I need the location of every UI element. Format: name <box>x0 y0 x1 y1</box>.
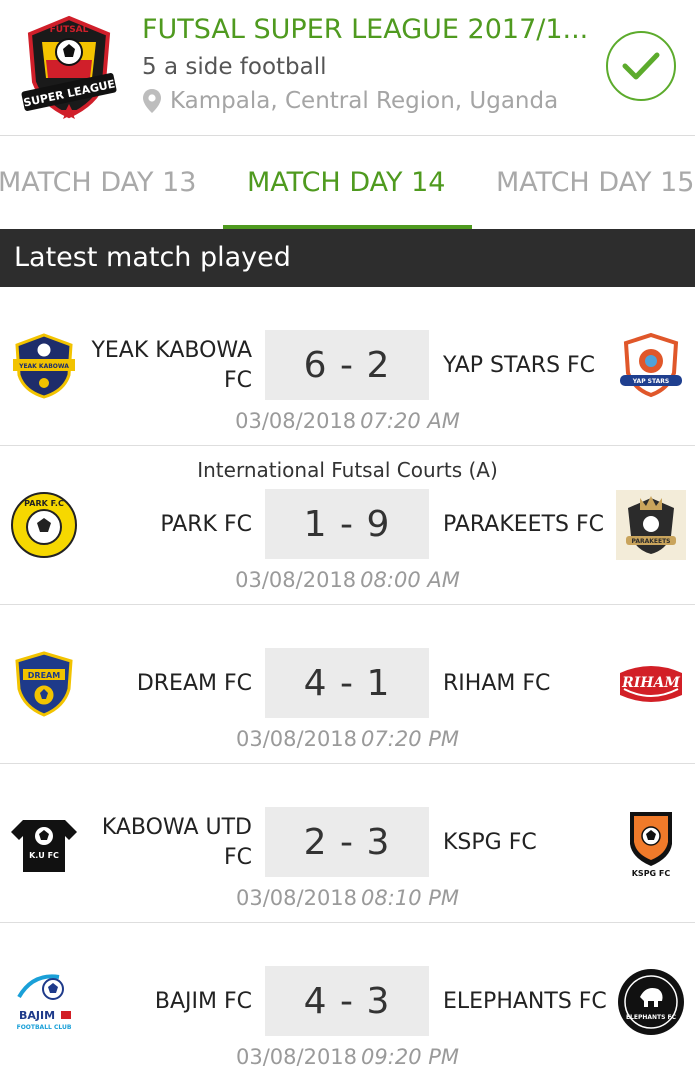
match-datetime: 03/08/2018 07:20 PM <box>0 727 695 751</box>
home-team-name: PARK FC <box>160 512 252 537</box>
location-text: Kampala, Central Region, Uganda <box>170 88 559 114</box>
match-list: YEAK KABOWA YEAK KABOWA FC 6 - 2 YAP STA… <box>0 287 695 1080</box>
tab-match-day-15[interactable]: MATCH DAY 15 <box>496 137 694 229</box>
home-team-name: DREAM FC <box>136 671 252 696</box>
home-team-name: YEAK KABOWA FC <box>91 338 252 393</box>
dream-fc-logo: DREAM <box>9 649 79 719</box>
match-score: 4 - 1 <box>265 648 429 718</box>
away-team-name: ELEPHANTS FC <box>443 989 607 1014</box>
match-date: 03/08/2018 <box>235 727 358 751</box>
svg-text:PARAKEETS: PARAKEETS <box>631 538 670 545</box>
home-team-name: KABOWA UTD FC <box>101 815 252 870</box>
away-team-name: YAP STARS FC <box>443 353 596 378</box>
yeak-kabowa-fc-logo: YEAK KABOWA <box>9 331 79 401</box>
elephants-fc-logo: ELEPHANTS FC <box>616 967 686 1037</box>
svg-text:YEAK KABOWA: YEAK KABOWA <box>18 363 69 370</box>
league-header: SUPER LEAGUE FUTSAL FUTSAL SUPER LEAGUE … <box>0 0 695 136</box>
location-pin-icon <box>143 89 161 113</box>
match-date: 03/08/2018 <box>235 886 358 910</box>
league-title: FUTSAL SUPER LEAGUE 2017/1... <box>142 14 589 45</box>
match-row[interactable]: BAJIM FOOTBALL CLUB BAJIM FC 4 - 3 ELEPH… <box>0 923 695 1080</box>
svg-text:YAP STARS: YAP STARS <box>632 378 669 385</box>
match-score: 4 - 3 <box>265 966 429 1036</box>
svg-text:RIHAM: RIHAM <box>621 675 680 691</box>
match-row[interactable]: International Futsal Courts (A) PARK F.C… <box>0 446 695 605</box>
kspg-fc-logo: KSPG FC <box>616 808 686 878</box>
tab-match-day-13[interactable]: MATCH DAY 13 <box>0 137 196 229</box>
match-time: 09:20 PM <box>361 1045 460 1069</box>
match-score: 2 - 3 <box>265 807 429 877</box>
match-datetime: 03/08/2018 09:20 PM <box>0 1045 695 1069</box>
away-team-name: PARAKEETS FC <box>443 512 604 537</box>
league-logo[interactable]: SUPER LEAGUE FUTSAL <box>16 12 122 120</box>
svg-text:K.U FC: K.U FC <box>29 851 59 860</box>
svg-text:KSPG FC: KSPG FC <box>632 869 671 878</box>
riham-fc-logo: RIHAM <box>616 649 686 719</box>
match-datetime: 03/08/2018 08:10 PM <box>0 886 695 910</box>
league-location: Kampala, Central Region, Uganda <box>142 88 558 114</box>
bajim-fc-logo: BAJIM FOOTBALL CLUB <box>9 967 79 1037</box>
match-score: 1 - 9 <box>265 489 429 559</box>
match-time: 08:00 AM <box>360 568 460 592</box>
match-date: 03/08/2018 <box>235 409 357 433</box>
match-row[interactable]: YEAK KABOWA YEAK KABOWA FC 6 - 2 YAP STA… <box>0 287 695 446</box>
match-date: 03/08/2018 <box>235 1045 358 1069</box>
svg-text:FOOTBALL CLUB: FOOTBALL CLUB <box>17 1024 72 1031</box>
away-team-name: KSPG FC <box>443 830 537 855</box>
svg-text:DREAM: DREAM <box>28 671 60 680</box>
checkmark-icon <box>622 52 660 80</box>
league-sport: 5 a side football <box>142 54 327 80</box>
match-row[interactable]: DREAM DREAM FC 4 - 1 RIHAM FC RIHAM 03/0… <box>0 605 695 764</box>
yap-stars-fc-logo: YAP STARS <box>616 331 686 401</box>
match-datetime: 03/08/2018 08:00 AM <box>0 568 695 592</box>
svg-text:BAJIM: BAJIM <box>19 1009 55 1022</box>
match-venue: International Futsal Courts (A) <box>197 458 498 482</box>
match-time: 07:20 PM <box>361 727 460 751</box>
svg-text:ELEPHANTS FC: ELEPHANTS FC <box>626 1014 677 1021</box>
match-day-tabs: MATCH DAY 13 MATCH DAY 14 MATCH DAY 15 <box>0 137 695 229</box>
away-team-name: RIHAM FC <box>443 671 551 696</box>
match-time: 08:10 PM <box>361 886 460 910</box>
match-time: 07:20 AM <box>360 409 460 433</box>
match-score: 6 - 2 <box>265 330 429 400</box>
kabowa-utd-fc-logo: K.U FC <box>9 808 79 878</box>
home-team-name: BAJIM FC <box>154 989 252 1014</box>
park-fc-logo: PARK F.C <box>9 490 79 560</box>
svg-text:FUTSAL: FUTSAL <box>50 25 89 35</box>
parakeets-fc-logo: PARAKEETS <box>616 490 686 560</box>
svg-text:PARK F.C: PARK F.C <box>24 499 64 508</box>
match-datetime: 03/08/2018 07:20 AM <box>0 409 695 433</box>
match-row[interactable]: K.U FC KABOWA UTD FC 2 - 3 KSPG FC KSPG … <box>0 764 695 923</box>
follow-checkmark-button[interactable] <box>606 31 676 101</box>
tab-match-day-14[interactable]: MATCH DAY 14 <box>247 137 445 229</box>
match-date: 03/08/2018 <box>235 568 357 592</box>
section-header: Latest match played <box>0 229 695 287</box>
